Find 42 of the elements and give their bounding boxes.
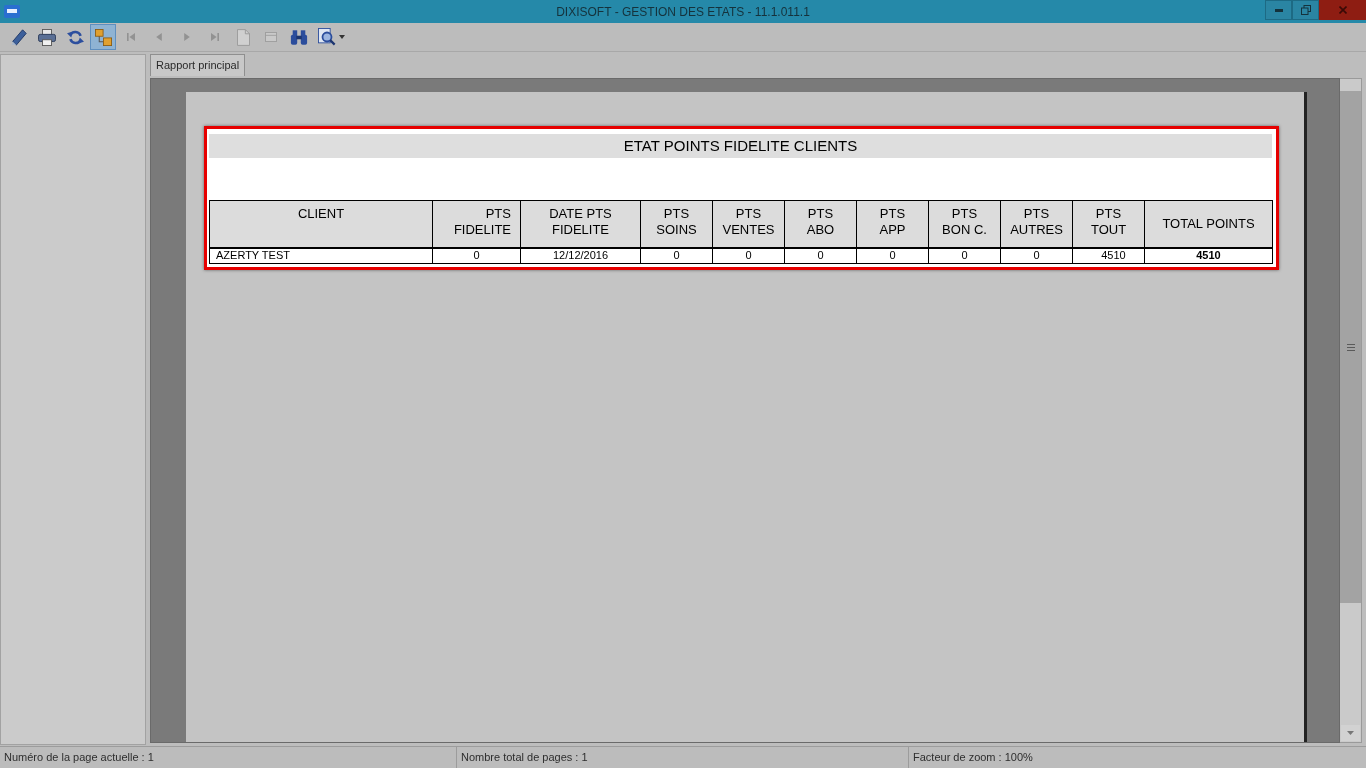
magnifier-icon bbox=[318, 28, 336, 46]
column-header: TOTAL POINTS bbox=[1144, 200, 1273, 248]
page-icon bbox=[236, 28, 250, 46]
minimize-icon bbox=[1274, 8, 1283, 12]
status-field: Numéro de la page actuelle : 1 bbox=[0, 747, 456, 768]
previous-icon bbox=[156, 33, 162, 41]
column-header: PTS BON C. bbox=[928, 200, 1001, 248]
scroll-down-button[interactable] bbox=[1341, 725, 1360, 741]
close-button[interactable] bbox=[1319, 0, 1366, 20]
column-header: PTS SOINS bbox=[640, 200, 713, 248]
restore-icon bbox=[1300, 5, 1311, 15]
binoculars-icon bbox=[290, 29, 308, 45]
restore-button[interactable] bbox=[1292, 0, 1319, 20]
vertical-scrollbar[interactable] bbox=[1340, 78, 1362, 743]
caret-icon bbox=[339, 35, 345, 39]
column-header: CLIENT bbox=[209, 200, 433, 248]
layout-icon bbox=[265, 32, 277, 42]
printer-icon bbox=[38, 28, 56, 46]
column-header: PTS VENTES bbox=[712, 200, 785, 248]
column-header: PTS ABO bbox=[784, 200, 857, 248]
column-header: PTS AUTRES bbox=[1000, 200, 1073, 248]
first-page-icon bbox=[127, 33, 135, 41]
grip-icon bbox=[1346, 343, 1355, 351]
column-header: PTS FIDELITE bbox=[432, 200, 521, 248]
report-title: ETAT POINTS FIDELITE CLIENTS bbox=[623, 137, 858, 155]
app-icon bbox=[4, 5, 20, 18]
refresh-icon bbox=[66, 28, 84, 46]
minimize-button[interactable] bbox=[1265, 0, 1292, 20]
column-header: PTS TOUT bbox=[1072, 200, 1145, 248]
status-field: Facteur de zoom : 100% bbox=[908, 747, 1366, 768]
tree-icon bbox=[94, 28, 112, 46]
next-icon bbox=[184, 33, 190, 41]
status-field: Nombre total de pages : 1 bbox=[456, 747, 908, 768]
column-header: DATE PTS FIDELITE bbox=[520, 200, 641, 248]
column-header: PTS APP bbox=[856, 200, 929, 248]
last-page-icon bbox=[211, 33, 219, 41]
scrollbar-thumb[interactable] bbox=[1340, 91, 1361, 603]
window-title: DIXISOFT - GESTION DES ETATS - 11.1.011.1 bbox=[556, 3, 810, 21]
down-arrow-icon bbox=[1347, 731, 1354, 735]
pen-icon bbox=[10, 28, 28, 46]
close-icon bbox=[1338, 6, 1347, 14]
tab[interactable]: Rapport principal bbox=[150, 54, 246, 76]
